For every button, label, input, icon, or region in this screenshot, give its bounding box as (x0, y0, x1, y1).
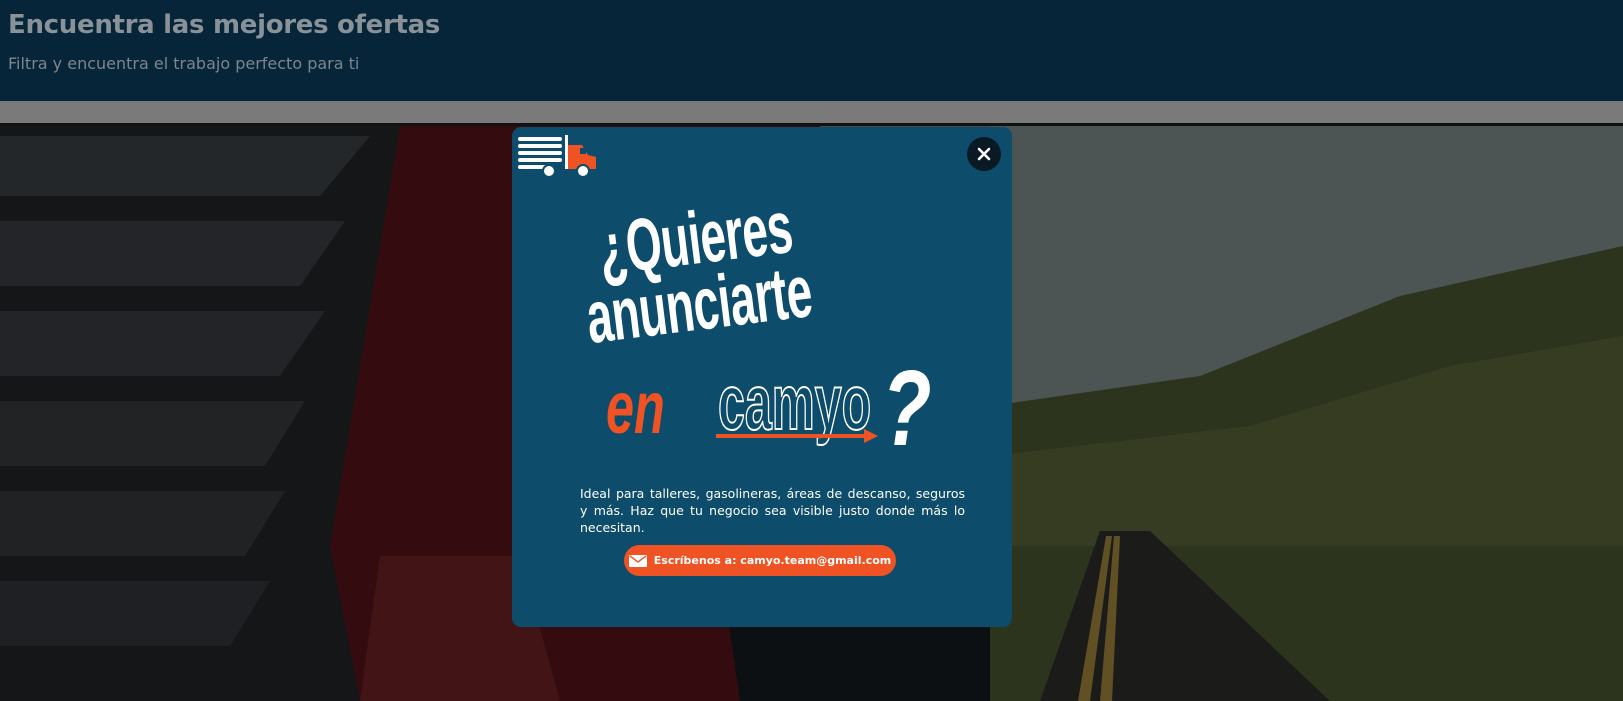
close-button[interactable] (967, 137, 1001, 171)
page-header: Encuentra las mejores ofertas Filtra y e… (0, 0, 1623, 101)
contact-email-button[interactable]: Escríbenos a: camyo.team@gmail.com (624, 545, 896, 576)
page-subtitle: Filtra y encuentra el trabajo perfecto p… (8, 54, 360, 73)
page-title: Encuentra las mejores ofertas (8, 10, 441, 40)
mail-icon (628, 554, 647, 567)
headline-question-mark: ? (882, 347, 932, 468)
advertise-modal: ¿Quieres anunciarte en camyo ? Ideal par… (512, 127, 1012, 627)
divider-bar (0, 101, 1623, 123)
contact-email-label: Escríbenos a: camyo.team@gmail.com (653, 554, 892, 567)
headline: ¿Quieres anunciarte en camyo ? (582, 185, 972, 468)
modal-description: Ideal para talleres, gasolineras, áreas … (580, 486, 965, 535)
brand-arrow-strike (716, 429, 878, 443)
close-icon (977, 147, 991, 161)
headline-en: en (606, 366, 665, 449)
truck-logo-icon (518, 135, 596, 178)
